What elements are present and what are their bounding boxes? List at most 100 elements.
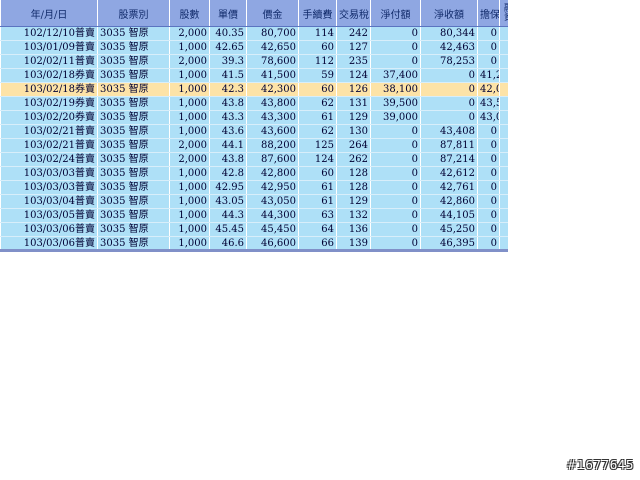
- cell-fee[interactable]: 62: [298, 96, 337, 111]
- cell-margin[interactable]: [499, 194, 508, 209]
- cell-unit-price[interactable]: 42.3: [209, 82, 247, 97]
- cell-date[interactable]: 102/02/11普賣: [0, 54, 98, 69]
- cell-fee[interactable]: 60: [298, 40, 337, 55]
- cell-shares[interactable]: 2,000: [169, 54, 210, 69]
- cell-net-receive[interactable]: 87,811: [420, 138, 478, 153]
- cell-net-pay[interactable]: 38,100: [370, 82, 421, 97]
- header-shares[interactable]: 股數: [169, 0, 210, 27]
- cell-tax[interactable]: 264: [336, 138, 371, 153]
- cell-stock[interactable]: 3035 智原: [97, 40, 170, 55]
- cell-margin[interactable]: [499, 26, 508, 41]
- cell-date[interactable]: 103/03/04普賣: [0, 194, 98, 209]
- cell-net-receive[interactable]: 44,105: [420, 208, 478, 223]
- header-stock[interactable]: 股票別: [97, 0, 170, 27]
- cell-stock[interactable]: 3035 智原: [97, 82, 170, 97]
- cell-amount[interactable]: 42,300: [246, 82, 299, 97]
- cell-margin[interactable]: [499, 40, 508, 55]
- cell-stock[interactable]: 3035 智原: [97, 222, 170, 237]
- table-row[interactable]: 103/03/06普賣 3035 智原 1,000 45.45 45,450 64 136 0…: [0, 222, 508, 237]
- cell-date[interactable]: 103/03/03普賣: [0, 180, 98, 195]
- cell-margin[interactable]: [499, 138, 508, 153]
- table-row[interactable]: 103/03/03普賣 3035 智原 1,000 42.95 42,950 61 128 0…: [0, 180, 508, 195]
- cell-net-pay[interactable]: 0: [370, 124, 421, 139]
- cell-fee[interactable]: 124: [298, 152, 337, 167]
- cell-net-receive[interactable]: 42,860: [420, 194, 478, 209]
- cell-net-receive[interactable]: 42,463: [420, 40, 478, 55]
- cell-collateral[interactable]: 0: [477, 54, 500, 69]
- cell-fee[interactable]: 59: [298, 68, 337, 83]
- header-fee[interactable]: 手續費: [298, 0, 337, 27]
- cell-stock[interactable]: 3035 智原: [97, 110, 170, 125]
- cell-unit-price[interactable]: 44.1: [209, 138, 247, 153]
- cell-fee[interactable]: 63: [298, 208, 337, 223]
- cell-net-receive[interactable]: 0: [420, 96, 478, 111]
- cell-date[interactable]: 103/02/18券賣: [0, 82, 98, 97]
- cell-unit-price[interactable]: 42.65: [209, 40, 247, 55]
- cell-unit-price[interactable]: 43.6: [209, 124, 247, 139]
- table-row[interactable]: 103/02/18券賣 3035 智原 1,000 41.5 41,500 59 124 37…: [0, 68, 508, 83]
- cell-shares[interactable]: 1,000: [169, 124, 210, 139]
- cell-amount[interactable]: 80,700: [246, 26, 299, 41]
- cell-date[interactable]: 102/12/10普賣: [0, 26, 98, 41]
- cell-stock[interactable]: 3035 智原: [97, 26, 170, 41]
- cell-margin[interactable]: [499, 124, 508, 139]
- cell-margin[interactable]: [499, 208, 508, 223]
- cell-date[interactable]: 103/02/19券賣: [0, 96, 98, 111]
- cell-amount[interactable]: 43,800: [246, 96, 299, 111]
- cell-tax[interactable]: 129: [336, 110, 371, 125]
- header-collateral[interactable]: 擔保品: [477, 0, 500, 27]
- cell-tax[interactable]: 128: [336, 180, 371, 195]
- header-net-receive[interactable]: 淨收額: [420, 0, 478, 27]
- cell-date[interactable]: 103/03/05普賣: [0, 208, 98, 223]
- cell-collateral[interactable]: 0: [477, 208, 500, 223]
- cell-date[interactable]: 103/02/20券賣: [0, 110, 98, 125]
- cell-shares[interactable]: 2,000: [169, 138, 210, 153]
- cell-unit-price[interactable]: 45.45: [209, 222, 247, 237]
- table-row[interactable]: 103/02/21普賣 3035 智原 2,000 44.1 88,200 125 264 0…: [0, 138, 508, 153]
- cell-amount[interactable]: 41,500: [246, 68, 299, 83]
- cell-net-pay[interactable]: 0: [370, 40, 421, 55]
- table-row[interactable]: 103/02/20券賣 3035 智原 1,000 43.3 43,300 61 129 39…: [0, 110, 508, 125]
- cell-unit-price[interactable]: 41.5: [209, 68, 247, 83]
- cell-stock[interactable]: 3035 智原: [97, 208, 170, 223]
- table-row[interactable]: 103/02/24普賣 3035 智原 2,000 43.8 87,600 124 262 0…: [0, 152, 508, 167]
- cell-date[interactable]: 103/03/03普賣: [0, 166, 98, 181]
- cell-fee[interactable]: 60: [298, 82, 337, 97]
- cell-collateral[interactable]: 42,081: [477, 82, 500, 97]
- cell-net-receive[interactable]: 42,761: [420, 180, 478, 195]
- cell-collateral[interactable]: 0: [477, 166, 500, 181]
- cell-date[interactable]: 103/02/21普賣: [0, 124, 98, 139]
- cell-amount[interactable]: 42,650: [246, 40, 299, 55]
- cell-net-receive[interactable]: 0: [420, 82, 478, 97]
- cell-shares[interactable]: 1,000: [169, 40, 210, 55]
- cell-amount[interactable]: 42,950: [246, 180, 299, 195]
- cell-fee[interactable]: 61: [298, 194, 337, 209]
- cell-date[interactable]: 103/02/24普賣: [0, 152, 98, 167]
- cell-net-pay[interactable]: 39,500: [370, 96, 421, 111]
- cell-amount[interactable]: 88,200: [246, 138, 299, 153]
- cell-collateral[interactable]: 41,284: [477, 68, 500, 83]
- cell-net-receive[interactable]: 78,253: [420, 54, 478, 69]
- cell-collateral[interactable]: 43,572: [477, 96, 500, 111]
- cell-margin[interactable]: [499, 110, 508, 125]
- cell-collateral[interactable]: 0: [477, 40, 500, 55]
- cell-net-pay[interactable]: 0: [370, 222, 421, 237]
- header-unit-price[interactable]: 單價: [209, 0, 247, 27]
- cell-tax[interactable]: 124: [336, 68, 371, 83]
- cell-stock[interactable]: 3035 智原: [97, 180, 170, 195]
- cell-margin[interactable]: [499, 222, 508, 237]
- cell-margin[interactable]: [499, 82, 508, 97]
- cell-fee[interactable]: 112: [298, 54, 337, 69]
- cell-unit-price[interactable]: 44.3: [209, 208, 247, 223]
- cell-collateral[interactable]: 43,076: [477, 110, 500, 125]
- cell-margin[interactable]: [499, 152, 508, 167]
- table-row[interactable]: 103/03/04普賣 3035 智原 1,000 43.05 43,050 61 129 0…: [0, 194, 508, 209]
- cell-net-pay[interactable]: 0: [370, 54, 421, 69]
- cell-tax[interactable]: 235: [336, 54, 371, 69]
- cell-collateral[interactable]: 0: [477, 26, 500, 41]
- cell-fee[interactable]: 61: [298, 110, 337, 125]
- cell-stock[interactable]: 3035 智原: [97, 152, 170, 167]
- cell-unit-price[interactable]: 43.05: [209, 194, 247, 209]
- cell-stock[interactable]: 3035 智原: [97, 138, 170, 153]
- cell-net-pay[interactable]: 0: [370, 138, 421, 153]
